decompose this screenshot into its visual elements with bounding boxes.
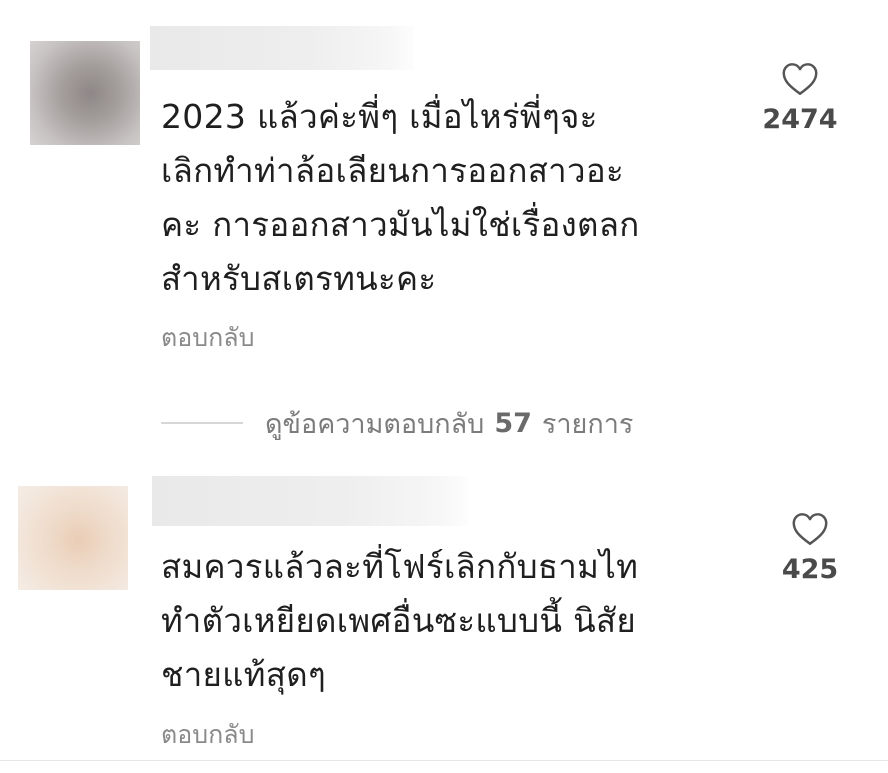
avatar[interactable] [30,41,140,145]
comment-line: ชายแท้สุดๆ [161,655,326,694]
like-button[interactable]: 425 [760,512,860,585]
avatar[interactable] [18,486,128,590]
comment-line: คะ การออกสาวมันไม่ใช่เรื่องตลก [161,205,640,244]
heart-outline-icon [792,513,828,545]
like-count: 425 [781,554,839,585]
view-replies-prefix: ดูข้อความตอบกลับ [265,408,485,440]
like-button[interactable]: 2474 [750,62,850,135]
username-blurred[interactable] [150,26,414,70]
divider [0,760,888,761]
comment-line: 2023 แล้วค่ะพี่ๆ เมื่อไหร่พี่ๆจะ [161,97,598,136]
comment-text: สมควรแล้วละที่โฟร์เลิกกับธามไท ทำตัวเหยี… [161,540,721,702]
heart-outline-icon [782,63,818,95]
view-replies-button[interactable]: ดูข้อความตอบกลับ 57 รายการ [161,405,633,441]
comment-line: ทำตัวเหยียดเพศอื่นซะแบบนี้ นิสัย [161,601,637,640]
view-replies-count: 57 [494,407,532,439]
like-count: 2474 [762,104,838,135]
reply-button[interactable]: ตอบกลับ [161,318,254,358]
divider [161,422,243,424]
username-blurred[interactable] [152,476,468,526]
comment-line: สมควรแล้วละที่โฟร์เลิกกับธามไท [161,547,639,586]
comment-text: 2023 แล้วค่ะพี่ๆ เมื่อไหร่พี่ๆจะ เลิกทำท… [161,90,721,306]
comment-line: เลิกทำท่าล้อเลียนการออกสาวอะ [161,151,624,190]
view-replies-suffix: รายการ [541,408,634,440]
reply-button[interactable]: ตอบกลับ [161,715,254,755]
comment-line: สำหรับสเตรทนะคะ [161,259,437,298]
